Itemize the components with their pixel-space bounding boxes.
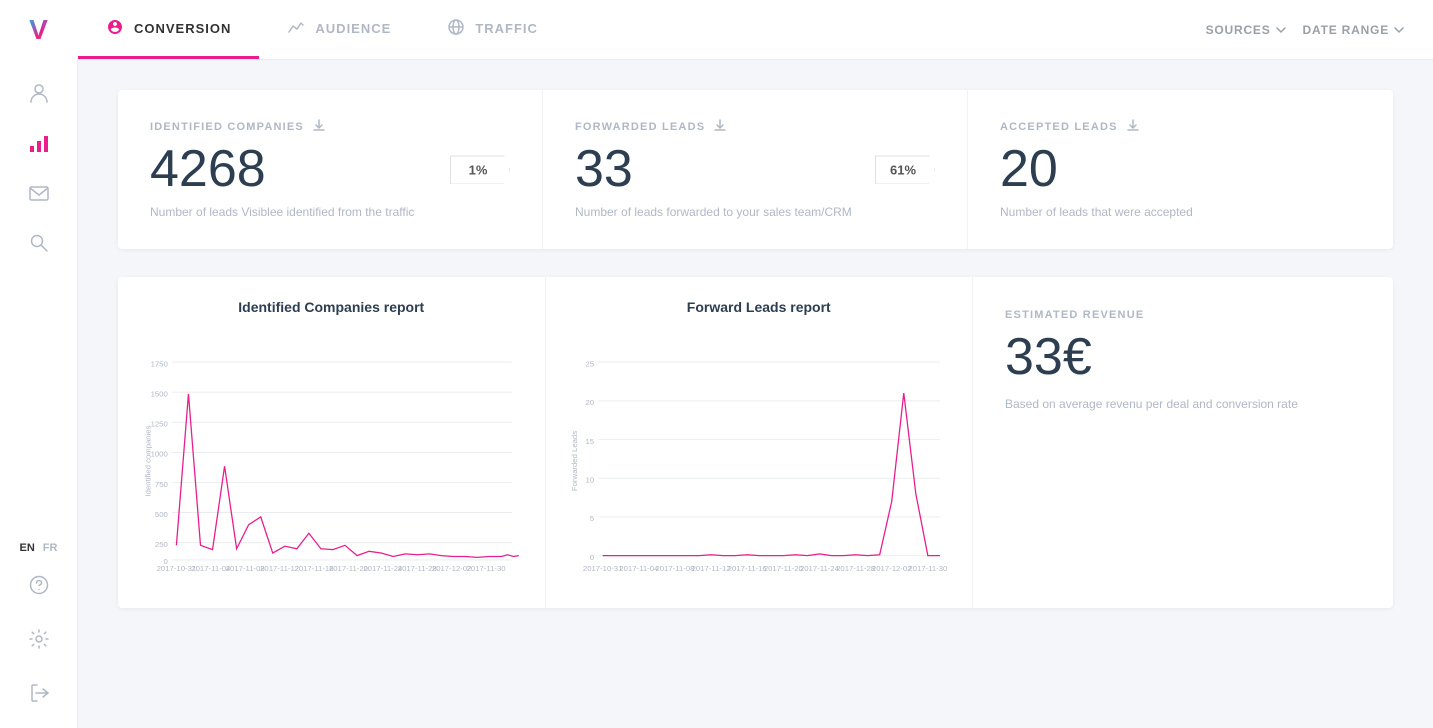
- sidebar-item-help[interactable]: [16, 562, 62, 608]
- traffic-tab-icon: [447, 18, 465, 39]
- sidebar-nav: [0, 60, 77, 542]
- sidebar-bottom: EN FR: [0, 542, 77, 728]
- svg-text:500: 500: [155, 510, 168, 519]
- svg-text:2017-11-20: 2017-11-20: [763, 564, 802, 573]
- svg-text:2017-11-28: 2017-11-28: [836, 564, 875, 573]
- download-icon-3[interactable]: [1126, 118, 1140, 135]
- tab-audience[interactable]: AUDIENCE: [259, 0, 419, 59]
- svg-text:2017-11-08: 2017-11-08: [655, 564, 694, 573]
- audience-tab-icon: [287, 18, 305, 39]
- conversion-tab-icon: [106, 18, 124, 39]
- svg-text:25: 25: [585, 359, 594, 368]
- svg-text:Forwarded Leads: Forwarded Leads: [570, 431, 579, 491]
- svg-text:2017-12-02: 2017-12-02: [871, 564, 911, 573]
- audience-tab-label: AUDIENCE: [315, 21, 391, 36]
- svg-text:Identified companies: Identified companies: [144, 425, 153, 496]
- svg-text:2017-11-20: 2017-11-20: [329, 564, 368, 573]
- topnav-right-controls: SOURCES DATE RANGE: [1206, 0, 1433, 59]
- date-range-label: DATE RANGE: [1303, 23, 1389, 37]
- svg-text:2017-11-30: 2017-11-30: [467, 564, 506, 573]
- conversion-tab-label: CONVERSION: [134, 21, 231, 36]
- stat-identified-companies: IDENTIFIED COMPANIES 4268 Number of lead…: [118, 90, 543, 249]
- sidebar-item-logout[interactable]: [16, 670, 62, 716]
- chart2-container: 25 20 15 10 5 0 Forwar: [570, 331, 949, 596]
- svg-text:2017-11-12: 2017-11-12: [260, 564, 299, 573]
- identified-companies-badge: 1%: [450, 155, 510, 184]
- svg-text:0: 0: [589, 553, 593, 562]
- chart1-container: 1750 1500 1250 1000 750 500 250 0: [142, 331, 521, 596]
- download-icon[interactable]: [312, 118, 326, 135]
- svg-text:5: 5: [589, 514, 593, 523]
- sources-dropdown[interactable]: SOURCES: [1206, 23, 1287, 37]
- svg-text:2017-11-16: 2017-11-16: [295, 564, 334, 573]
- svg-text:1500: 1500: [151, 389, 168, 398]
- accepted-leads-value: 20: [1000, 143, 1361, 195]
- accepted-leads-label: ACCEPTED LEADS: [1000, 118, 1361, 135]
- svg-text:250: 250: [155, 540, 168, 549]
- svg-text:2017-10-31: 2017-10-31: [582, 564, 622, 573]
- svg-text:2017-11-24: 2017-11-24: [799, 564, 839, 573]
- svg-text:2017-11-12: 2017-11-12: [691, 564, 730, 573]
- tab-conversion[interactable]: CONVERSION: [78, 0, 259, 59]
- sidebar-item-chart[interactable]: [16, 120, 62, 166]
- chart2-title: Forward Leads report: [570, 299, 949, 315]
- charts-row: Identified Companies report 1750 1500 12…: [118, 277, 1393, 608]
- sidebar-item-person[interactable]: [16, 70, 62, 116]
- sidebar-item-settings[interactable]: [16, 616, 62, 662]
- stat-forwarded-leads: FORWARDED LEADS 33 Number of leads forwa…: [543, 90, 968, 249]
- svg-text:2017-11-16: 2017-11-16: [727, 564, 766, 573]
- app-logo: V: [29, 14, 48, 46]
- stat-accepted-leads: ACCEPTED LEADS 20 Number of leads that w…: [968, 90, 1393, 249]
- svg-text:20: 20: [585, 398, 594, 407]
- chart1-title: Identified Companies report: [142, 299, 521, 315]
- identified-companies-chart: Identified Companies report 1750 1500 12…: [118, 277, 546, 608]
- svg-text:15: 15: [585, 437, 594, 446]
- revenue-label: ESTIMATED REVENUE: [1005, 309, 1361, 321]
- sidebar-item-search[interactable]: [16, 220, 62, 266]
- sources-label: SOURCES: [1206, 23, 1271, 37]
- lang-en[interactable]: EN: [20, 542, 35, 554]
- date-range-dropdown[interactable]: DATE RANGE: [1303, 23, 1405, 37]
- lang-fr[interactable]: FR: [43, 542, 58, 554]
- svg-text:1750: 1750: [151, 359, 168, 368]
- identified-companies-label: IDENTIFIED COMPANIES: [150, 118, 510, 135]
- svg-text:2017-12-02: 2017-12-02: [432, 564, 472, 573]
- traffic-tab-label: TRAFFIC: [475, 21, 538, 36]
- revenue-value: 33€: [1005, 331, 1361, 383]
- sidebar-item-mail[interactable]: [16, 170, 62, 216]
- svg-text:10: 10: [585, 476, 594, 485]
- svg-text:2017-11-04: 2017-11-04: [619, 564, 659, 573]
- forward-leads-chart: Forward Leads report 25 20 15 10 5 0: [546, 277, 974, 608]
- stats-row: IDENTIFIED COMPANIES 4268 Number of lead…: [118, 90, 1393, 249]
- svg-text:1000: 1000: [151, 450, 168, 459]
- svg-text:2017-11-08: 2017-11-08: [226, 564, 265, 573]
- sidebar-logo: V: [0, 0, 78, 60]
- forwarded-leads-badge: 61%: [875, 155, 935, 184]
- sidebar: V: [0, 0, 78, 728]
- accepted-leads-desc: Number of leads that were accepted: [1000, 203, 1361, 221]
- forwarded-leads-label: FORWARDED LEADS: [575, 118, 935, 135]
- svg-text:2017-11-30: 2017-11-30: [908, 564, 947, 573]
- main-content: CONVERSION AUDIENCE TRAFFIC SOURCES: [78, 0, 1433, 728]
- top-navigation: CONVERSION AUDIENCE TRAFFIC SOURCES: [78, 0, 1433, 60]
- identified-companies-desc: Number of leads Visiblee identified from…: [150, 203, 510, 221]
- svg-text:1250: 1250: [151, 420, 168, 429]
- estimated-revenue-card: ESTIMATED REVENUE 33€ Based on average r…: [973, 277, 1393, 608]
- download-icon-2[interactable]: [713, 118, 727, 135]
- svg-text:750: 750: [155, 480, 168, 489]
- svg-text:2017-10-31: 2017-10-31: [157, 564, 197, 573]
- revenue-desc: Based on average revenu per deal and con…: [1005, 395, 1361, 413]
- tab-traffic[interactable]: TRAFFIC: [419, 0, 566, 59]
- svg-text:2017-11-28: 2017-11-28: [398, 564, 437, 573]
- forwarded-leads-desc: Number of leads forwarded to your sales …: [575, 203, 935, 221]
- page-content: IDENTIFIED COMPANIES 4268 Number of lead…: [78, 60, 1433, 728]
- language-switcher: EN FR: [20, 542, 58, 554]
